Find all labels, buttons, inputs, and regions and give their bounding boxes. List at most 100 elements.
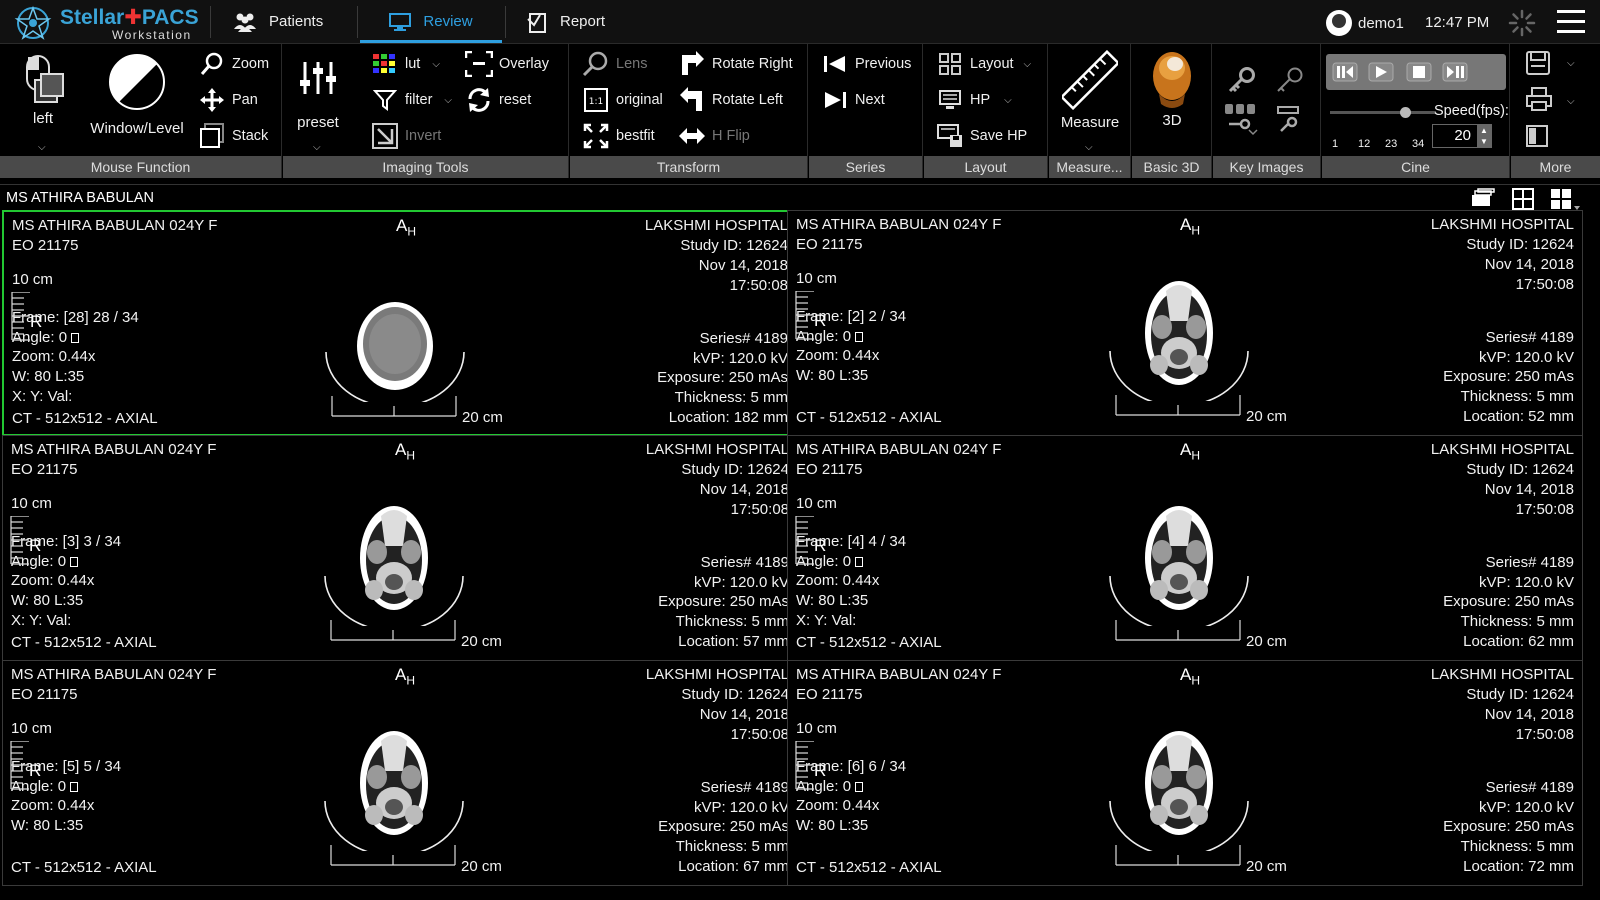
tab-review[interactable]: Review <box>360 0 502 43</box>
key-outline-icon[interactable] <box>1275 66 1305 94</box>
speed-slider-handle[interactable] <box>1400 107 1411 118</box>
chevron-down-icon[interactable]: ⌵ <box>1085 142 1093 153</box>
invert-button[interactable]: Invert <box>371 122 441 150</box>
image-viewport-1[interactable]: MS ATHIRA BABULAN 024Y F EO 21175 10 cm … <box>2 210 798 436</box>
logo-star-icon <box>14 5 52 40</box>
save-icon[interactable] <box>1525 50 1551 76</box>
image-viewport-6[interactable]: MS ATHIRA BABULAN 024Y F EO 21175 10 cm … <box>787 660 1583 886</box>
group-basic-3d: 3D Basic 3D <box>1132 44 1212 178</box>
user-menu[interactable]: demo1 <box>1326 10 1404 36</box>
print-icon[interactable] <box>1525 86 1553 112</box>
patient-info: MS ATHIRA BABULAN 024Y F <box>796 441 1002 458</box>
svg-text:1:1: 1:1 <box>589 97 603 107</box>
lens-button[interactable]: Lens <box>582 50 647 78</box>
measure-button[interactable]: Measure <box>1057 49 1123 131</box>
study-time: 17:50:08 <box>730 726 789 743</box>
step-forward-icon[interactable] <box>1442 60 1468 84</box>
orientation-marker-left: R <box>814 536 827 555</box>
hp-button[interactable]: HP ⌵ <box>936 86 1012 114</box>
image-viewport-3[interactable]: MS ATHIRA BABULAN 024Y F EO 21175 10 cm … <box>2 435 798 661</box>
speed-slider[interactable] <box>1330 107 1436 118</box>
tab-patients[interactable]: Patients <box>233 0 353 43</box>
filter-button[interactable]: filter ⌵ <box>371 86 452 114</box>
pan-button[interactable]: Pan <box>198 86 258 114</box>
window-level-button[interactable]: Window/Level <box>86 52 188 137</box>
stop-icon[interactable] <box>1406 60 1432 84</box>
original-label: original <box>616 92 663 108</box>
hospital-name: LAKSHMI HOSPITAL <box>645 666 789 683</box>
zoom-info: Zoom: 0.44x <box>796 797 880 814</box>
chevron-down-icon[interactable]: ⌵ <box>1567 58 1575 69</box>
group-series: Previous Next Series <box>809 44 923 178</box>
grid-2x2-outline-icon[interactable] <box>1512 188 1534 210</box>
group-label-layout: Layout <box>924 156 1047 178</box>
rotate-right-label: Rotate Right <box>712 56 793 72</box>
image-viewport-2[interactable]: MS ATHIRA BABULAN 024Y F EO 21175 10 cm … <box>787 210 1583 436</box>
preset-button[interactable]: preset <box>287 58 349 131</box>
key-image-export-icon[interactable] <box>1275 104 1305 134</box>
bestfit-button[interactable]: bestfit <box>582 122 655 150</box>
key-icon[interactable] <box>1227 66 1257 94</box>
study-time: 17:50:08 <box>729 277 788 294</box>
panel-toggle-icon[interactable] <box>1525 124 1549 148</box>
exposure-info: Exposure: 250 mAs <box>658 593 789 610</box>
orientation-marker-left: R <box>814 761 827 780</box>
orientation-marker-top: AH <box>1180 215 1201 238</box>
window-level-info: W: 80 L:35 <box>11 592 84 609</box>
3d-label: 3D <box>1162 112 1182 129</box>
chevron-down-icon[interactable]: ⌵ <box>432 59 440 70</box>
3d-button[interactable]: 3D <box>1142 50 1202 129</box>
key-images-series-icon[interactable] <box>1223 102 1261 136</box>
series-tray-icon[interactable] <box>1470 188 1496 208</box>
chevron-down-icon[interactable]: ⌵ <box>1567 96 1575 107</box>
kvp-info: kVP: 120.0 kV <box>693 799 789 816</box>
modality-info: CT - 512x512 - AXIAL <box>796 634 942 651</box>
save-hp-button[interactable]: Save HP <box>936 122 1027 150</box>
thickness-info: Thickness: 5 mm <box>1460 388 1574 405</box>
scale-label: 10 cm <box>12 271 53 288</box>
spin-arrows-icon[interactable]: ▲ ▼ <box>1477 125 1491 147</box>
sliders-icon <box>300 62 336 94</box>
reset-button[interactable]: reset <box>465 86 531 114</box>
save-hp-label: Save HP <box>970 128 1028 144</box>
group-more: ⌵ ⌵ More <box>1511 44 1600 178</box>
step-back-icon[interactable] <box>1332 60 1358 84</box>
left-mouse-button[interactable]: left <box>12 52 74 127</box>
overlay-button[interactable]: Overlay <box>465 50 549 78</box>
lut-button[interactable]: lut ⌵ <box>371 50 440 78</box>
chevron-down-icon[interactable]: ⌵ <box>1004 95 1012 106</box>
next-series-button[interactable]: Next <box>821 86 885 114</box>
hamburger-menu-icon[interactable] <box>1557 10 1585 34</box>
previous-series-button[interactable]: Previous <box>821 50 911 78</box>
group-label-mouse-function: Mouse Function <box>0 156 281 178</box>
stack-button[interactable]: Stack <box>198 122 268 150</box>
study-id: Study ID: 12624 <box>680 237 788 254</box>
study-time: 17:50:08 <box>1515 276 1574 293</box>
app-subtitle: Workstation <box>112 28 192 42</box>
grid-2x2-filled-icon[interactable] <box>1550 188 1580 212</box>
play-icon[interactable] <box>1368 60 1394 84</box>
h-flip-button[interactable]: H Flip <box>678 122 750 150</box>
chevron-down-icon[interactable]: ⌵ <box>1024 59 1032 70</box>
window-level-info: W: 80 L:35 <box>796 592 869 609</box>
layout-button[interactable]: Layout ⌵ <box>936 50 1031 78</box>
lut-label: lut <box>405 56 421 72</box>
save-hanging-protocol-icon <box>937 124 962 147</box>
rotate-left-button[interactable]: Rotate Left <box>678 86 783 114</box>
original-size-button[interactable]: 1:1 original <box>582 86 663 114</box>
chevron-down-icon[interactable]: ⌵ <box>444 95 452 106</box>
next-label: Next <box>855 92 885 108</box>
patient-info: MS ATHIRA BABULAN 024Y F <box>796 666 1002 683</box>
image-viewport-5[interactable]: MS ATHIRA BABULAN 024Y F EO 21175 10 cm … <box>2 660 798 886</box>
rotate-right-button[interactable]: Rotate Right <box>678 50 793 78</box>
image-viewport-4[interactable]: MS ATHIRA BABULAN 024Y F EO 21175 10 cm … <box>787 435 1583 661</box>
zoom-button[interactable]: Zoom <box>198 50 269 78</box>
tab-report[interactable]: Report <box>526 0 636 43</box>
speed-spinbox[interactable]: 20 ▲ ▼ <box>1432 124 1492 148</box>
chevron-down-icon[interactable]: ⌵ <box>313 142 321 153</box>
hospital-name: LAKSHMI HOSPITAL <box>1430 441 1574 458</box>
chevron-down-icon[interactable]: ⌵ <box>38 142 46 153</box>
exposure-info: Exposure: 250 mAs <box>1443 593 1574 610</box>
study-patient-name[interactable]: MS ATHIRA BABULAN <box>6 190 154 206</box>
scale-label: 10 cm <box>11 495 52 512</box>
